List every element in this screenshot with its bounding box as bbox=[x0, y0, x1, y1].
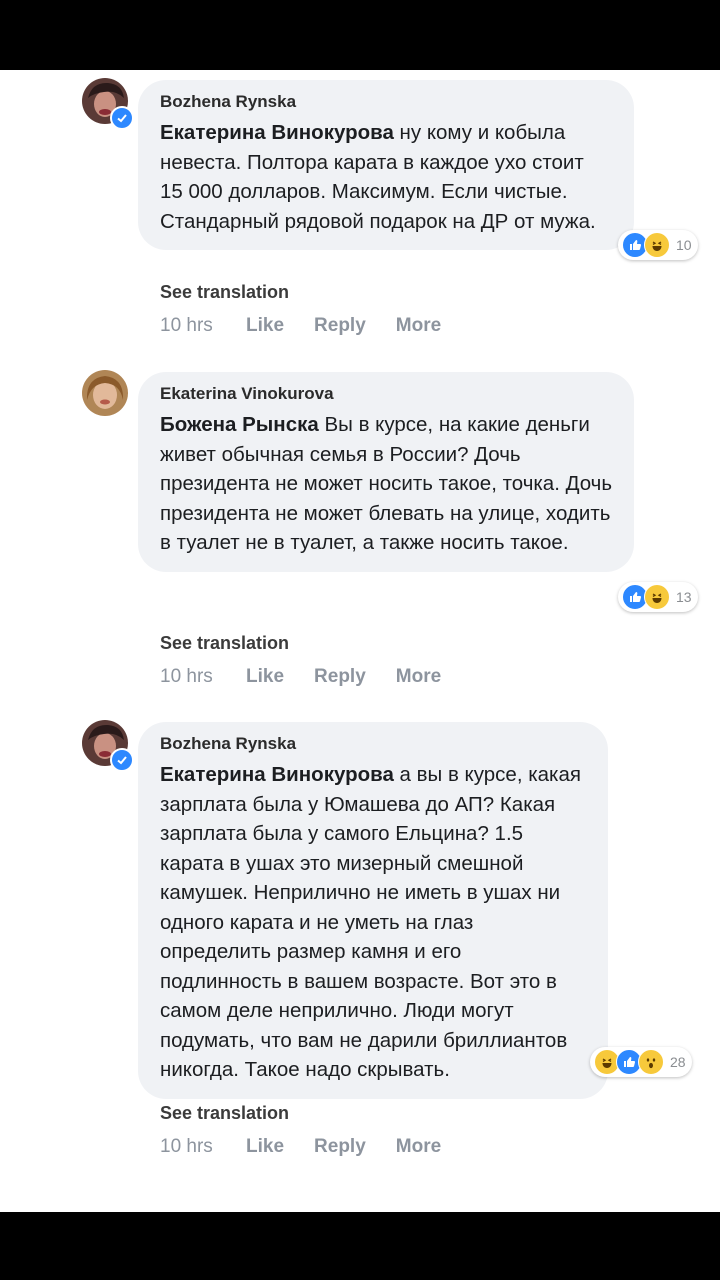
comment-text: Божена Рынска Вы в курсе, на какие деньг… bbox=[160, 410, 612, 558]
see-translation-link[interactable]: See translation bbox=[160, 1103, 289, 1124]
like-button[interactable]: Like bbox=[246, 666, 284, 688]
comment-timestamp: 10 hrs bbox=[160, 315, 213, 336]
comment-author[interactable]: Ekaterina Vinokurova bbox=[160, 384, 612, 404]
more-button[interactable]: More bbox=[396, 666, 441, 688]
comment-text: Екатерина Винокурова ну кому и кобыла не… bbox=[160, 118, 612, 236]
mention-link[interactable]: Божена Рынска bbox=[160, 413, 319, 436]
comment-author[interactable]: Bozhena Rynska bbox=[160, 734, 586, 754]
comment-timestamp: 10 hrs bbox=[160, 666, 213, 687]
mention-link[interactable]: Екатерина Винокурова bbox=[160, 763, 394, 786]
see-translation-link[interactable]: See translation bbox=[160, 633, 289, 654]
more-button[interactable]: More bbox=[396, 315, 441, 337]
comment-bubble: Bozhena Rynska Екатерина Винокурова а вы… bbox=[138, 722, 608, 1099]
see-translation-link[interactable]: See translation bbox=[160, 282, 289, 303]
reaction-count: 13 bbox=[676, 589, 692, 605]
reaction-count: 10 bbox=[676, 237, 692, 253]
comment-author[interactable]: Bozhena Rynska bbox=[160, 92, 612, 112]
reply-button[interactable]: Reply bbox=[314, 1136, 366, 1158]
reactions-summary[interactable]: 13 bbox=[618, 582, 698, 612]
wow-icon bbox=[638, 1049, 664, 1075]
avatar[interactable] bbox=[82, 78, 134, 130]
comment-timestamp: 10 hrs bbox=[160, 1136, 213, 1157]
reaction-count: 28 bbox=[670, 1054, 686, 1070]
avatar[interactable] bbox=[82, 720, 134, 772]
avatar-photo bbox=[82, 370, 128, 416]
comment-actions: 10 hrs Like Reply More bbox=[160, 666, 471, 688]
haha-icon bbox=[644, 584, 670, 610]
reactions-summary[interactable]: 28 bbox=[590, 1047, 692, 1077]
comment-body: а вы в курсе, какая зарплата была у Юмаш… bbox=[160, 763, 581, 1081]
reactions-summary[interactable]: 10 bbox=[618, 230, 698, 260]
verified-badge-icon bbox=[110, 748, 134, 772]
reply-button[interactable]: Reply bbox=[314, 666, 366, 688]
comment-bubble: Ekaterina Vinokurova Божена Рынска Вы в … bbox=[138, 372, 634, 572]
haha-icon bbox=[644, 232, 670, 258]
reply-button[interactable]: Reply bbox=[314, 315, 366, 337]
comment-actions: 10 hrs Like Reply More bbox=[160, 315, 471, 337]
comment-bubble: Bozhena Rynska Екатерина Винокурова ну к… bbox=[138, 80, 634, 250]
mention-link[interactable]: Екатерина Винокурова bbox=[160, 121, 394, 144]
like-button[interactable]: Like bbox=[246, 315, 284, 337]
comments-screen: Bozhena Rynska Екатерина Винокурова ну к… bbox=[0, 70, 720, 1212]
comment-actions: 10 hrs Like Reply More bbox=[160, 1136, 471, 1158]
comment-text: Екатерина Винокурова а вы в курсе, какая… bbox=[160, 760, 586, 1085]
like-button[interactable]: Like bbox=[246, 1136, 284, 1158]
verified-badge-icon bbox=[110, 106, 134, 130]
more-button[interactable]: More bbox=[396, 1136, 441, 1158]
avatar[interactable] bbox=[82, 370, 128, 416]
